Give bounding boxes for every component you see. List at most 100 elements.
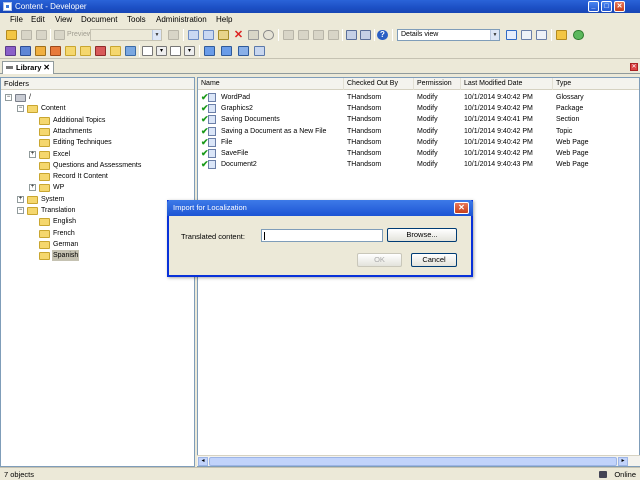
redo-icon[interactable]	[298, 30, 309, 40]
menu-edit[interactable]: Edit	[31, 15, 45, 25]
menu-document[interactable]: Document	[81, 15, 117, 25]
new-role-icon[interactable]	[110, 46, 121, 56]
col-type[interactable]: Type	[553, 78, 639, 90]
tree-item[interactable]: French	[1, 228, 191, 239]
outdent-icon[interactable]	[328, 30, 339, 40]
scroll-left-icon[interactable]: ◂	[198, 457, 208, 466]
close-button[interactable]: ✕	[614, 1, 625, 12]
col-last-modified[interactable]: Last Modified Date	[461, 78, 553, 90]
cancel-button[interactable]: Cancel	[411, 253, 457, 267]
details-view-icon[interactable]	[506, 30, 517, 40]
chevron-down-icon[interactable]: ▾	[156, 46, 167, 56]
pin-icon[interactable]	[6, 66, 13, 69]
new-topic-icon[interactable]	[35, 46, 46, 56]
ok-button[interactable]: OK	[357, 253, 402, 267]
history-icon[interactable]	[254, 46, 265, 56]
scroll-thumb[interactable]	[209, 457, 617, 466]
delete-icon[interactable]: ✕	[233, 30, 244, 41]
tree-item[interactable]: German	[1, 239, 191, 250]
col-permission[interactable]: Permission	[414, 78, 461, 90]
scroll-right-icon[interactable]: ▸	[618, 457, 628, 466]
help-icon[interactable]: ?	[377, 30, 388, 40]
tree-item[interactable]: + WP	[1, 182, 191, 193]
preview-icon[interactable]	[54, 30, 65, 40]
new-folder-icon[interactable]	[80, 46, 91, 56]
col-name[interactable]: Name	[198, 78, 344, 90]
refresh-icon[interactable]	[573, 30, 584, 40]
collapse-icon[interactable]: −	[5, 94, 12, 101]
table-row[interactable]: ✔ Graphics2 THandsom Modify 10/1/2014 9:40:4…	[198, 103, 639, 114]
expand-icon[interactable]: +	[29, 184, 36, 192]
minimize-button[interactable]: _	[588, 1, 599, 12]
check-in-icon[interactable]	[204, 46, 215, 56]
window-title: Content - Developer	[15, 2, 87, 11]
table-row[interactable]: ✔ Saving a Document as a New File THandsom…	[198, 126, 639, 137]
split-view-icon[interactable]	[521, 30, 532, 40]
publish-icon[interactable]	[170, 46, 181, 56]
dialog-close-button[interactable]: ✕	[454, 202, 469, 214]
preview-select[interactable]: ▼	[90, 29, 162, 41]
indent-icon[interactable]	[313, 30, 324, 40]
tree-item[interactable]: Additional Topics	[1, 115, 191, 126]
tree-item[interactable]: Spanish	[1, 250, 191, 262]
tree-item[interactable]: Attachments	[1, 126, 191, 137]
tab-library[interactable]: Library ✕	[2, 61, 54, 74]
collapse-icon[interactable]: −	[17, 207, 24, 214]
col-checked-out-by[interactable]: Checked Out By	[344, 78, 414, 90]
stop-icon[interactable]	[168, 30, 179, 40]
new-glossary-icon[interactable]	[50, 46, 61, 56]
horizontal-scrollbar[interactable]: ◂ ▸	[197, 455, 640, 466]
menu-administration[interactable]: Administration	[156, 15, 207, 25]
new-question-icon[interactable]	[125, 46, 136, 56]
outline-icon[interactable]	[142, 46, 153, 56]
tree-item[interactable]: Questions and Assessments	[1, 160, 191, 171]
table-row[interactable]: ✔ SaveFile THandsom Modify 10/1/2014 9:40:42…	[198, 148, 639, 159]
tree-item[interactable]: Record It Content	[1, 171, 191, 182]
translated-content-input[interactable]	[261, 229, 383, 242]
save-icon[interactable]	[21, 30, 32, 40]
browse-button[interactable]: Browse...	[387, 228, 457, 242]
undo-icon[interactable]	[283, 30, 294, 40]
menu-help[interactable]: Help	[216, 15, 232, 25]
tree-item[interactable]: + System	[1, 194, 191, 205]
properties-icon[interactable]	[248, 30, 259, 40]
chevron-down-icon[interactable]: ▾	[184, 46, 195, 56]
open-icon[interactable]	[6, 30, 17, 40]
find-icon[interactable]	[263, 30, 274, 40]
tree-item[interactable]: + Excel	[1, 149, 191, 160]
table-row[interactable]: ✔ File THandsom Modify 10/1/2014 9:40:42 PM W…	[198, 137, 639, 148]
get-latest-icon[interactable]	[238, 46, 249, 56]
tree-item[interactable]: English	[1, 216, 191, 227]
view-select[interactable]: Details view ▼	[397, 29, 500, 41]
menu-file[interactable]: File	[10, 15, 23, 25]
collapse-icon[interactable]: −	[17, 105, 24, 113]
columns-view-icon[interactable]	[536, 30, 547, 40]
new-webpage-icon[interactable]	[95, 46, 106, 56]
new-module-icon[interactable]	[5, 46, 16, 56]
tree-item[interactable]: − Translation	[1, 205, 191, 216]
preview-button[interactable]: Preview	[67, 29, 92, 41]
cut-icon[interactable]	[188, 30, 199, 40]
table-row[interactable]: ✔ Saving Documents THandsom Modify 10/1/2014…	[198, 114, 639, 125]
filter-icon[interactable]	[360, 30, 371, 40]
table-row[interactable]: ✔ WordPad THandsom Modify 10/1/2014 9:40:42 …	[198, 92, 639, 103]
menu-view[interactable]: View	[55, 15, 72, 25]
close-icon[interactable]: ✕	[43, 62, 50, 74]
copy-icon[interactable]	[203, 30, 214, 40]
print-icon[interactable]	[36, 30, 47, 40]
export-icon[interactable]	[556, 30, 567, 40]
new-section-icon[interactable]	[20, 46, 31, 56]
table-row[interactable]: ✔ Document2 THandsom Modify 10/1/2014 9:40:4…	[198, 159, 639, 170]
binoculars-icon[interactable]	[346, 30, 357, 40]
tree-item[interactable]: Editing Techniques	[1, 137, 191, 148]
close-icon[interactable]: ✕	[630, 63, 638, 71]
expand-icon[interactable]: +	[17, 195, 24, 203]
expand-icon[interactable]: +	[29, 150, 36, 158]
menu-tools[interactable]: Tools	[127, 15, 146, 25]
tree-item[interactable]: − Content	[1, 103, 191, 114]
check-out-icon[interactable]	[221, 46, 232, 56]
paste-icon[interactable]	[218, 30, 229, 40]
maximize-button[interactable]: □	[601, 1, 612, 12]
tree-item[interactable]: − /	[1, 92, 191, 103]
new-package-icon[interactable]	[65, 46, 76, 56]
